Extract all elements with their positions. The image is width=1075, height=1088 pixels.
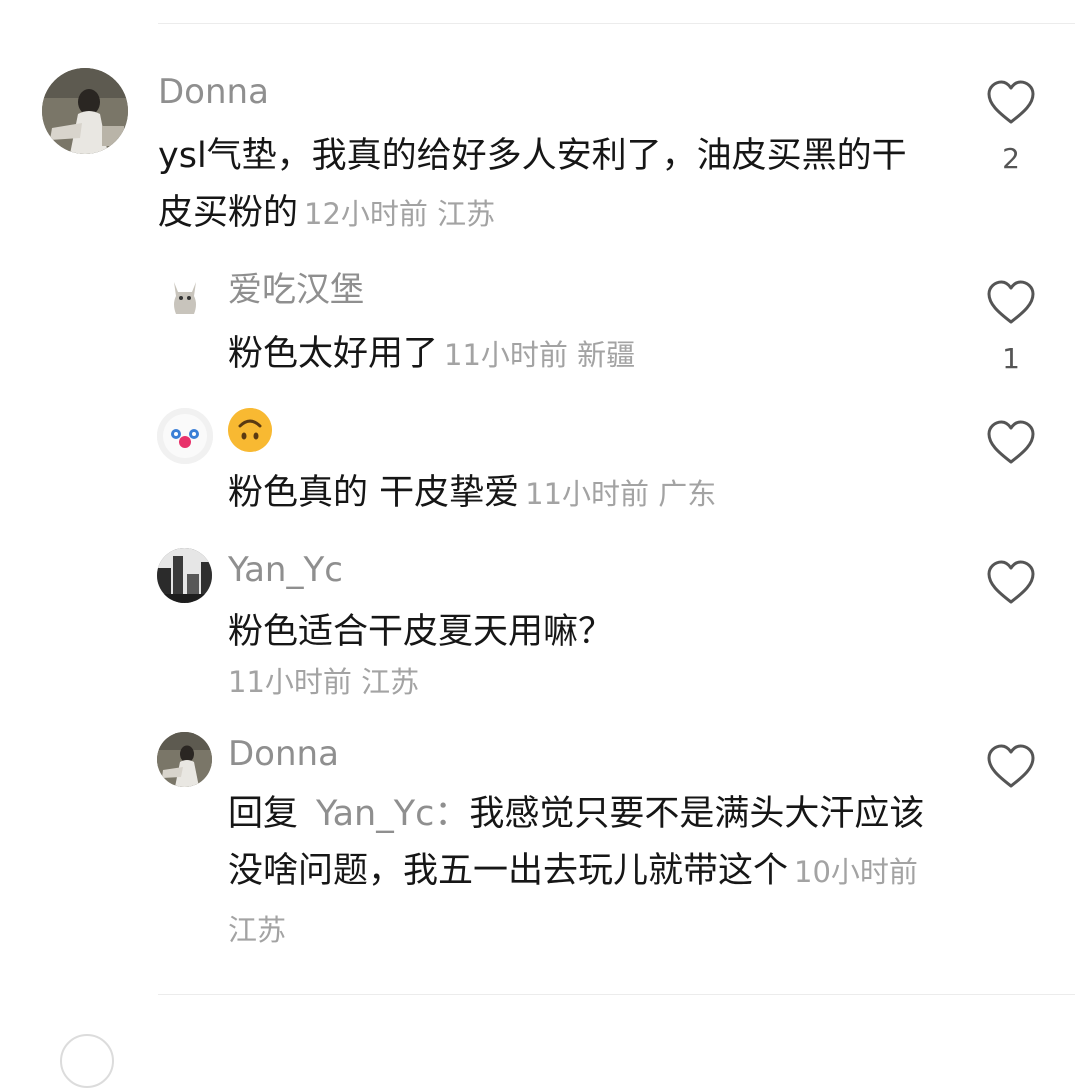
comment-meta: 11小时前 江苏 [228,665,420,699]
comment-text: ysl气垫，我真的给好多人安利了，油皮买黑的干皮买粉的 12小时前 江苏 [158,128,938,243]
top-divider [158,23,1075,24]
comment-text: 粉色真的 干皮挚爱 11小时前 广东 [228,465,948,523]
avatar[interactable] [157,732,212,787]
like-button[interactable] [986,80,1036,126]
comment-body: 粉色真的 干皮挚爱 [228,473,520,513]
comment-body: 粉色适合干皮夏天用嘛？ [228,612,614,652]
avatar[interactable] [157,408,213,464]
avatar[interactable] [160,270,210,320]
comment-text: 粉色适合干皮夏天用嘛？ [228,604,948,661]
reply-target-name[interactable]: Yan_Yc： [316,794,469,834]
upside-down-face-emoji-icon [228,408,272,452]
comment-meta: 12小时前 江苏 [304,197,496,231]
heart-outline-icon [987,80,1035,124]
comment-meta: 11小时前 广东 [525,477,717,511]
next-avatar-edge [60,1034,114,1088]
comment-author-name[interactable]: Yan_Yc [228,550,343,590]
comment-author-name[interactable]: Donna [228,734,339,774]
like-button[interactable] [986,560,1036,606]
comment-text: 回复 Yan_Yc：我感觉只要不是满头大汗应该没啥问题，我五一出去玩儿就带这个 10… [228,786,928,959]
like-count: 1 [1002,342,1020,375]
comment-text: 粉色太好用了 11小时前 新疆 [228,326,948,384]
avatar[interactable] [42,68,128,154]
heart-outline-icon [987,280,1035,324]
comment-author-name[interactable]: 爱吃汉堡 [228,270,364,310]
comment-author-name[interactable]: Donna [158,72,269,112]
comment-meta: 11小时前 新疆 [444,338,636,372]
like-button[interactable] [986,744,1036,790]
heart-outline-icon [987,744,1035,788]
like-button[interactable] [986,420,1036,466]
comment-body: 粉色太好用了 [228,334,439,374]
heart-outline-icon [987,420,1035,464]
avatar[interactable] [157,548,212,603]
reply-label: 回复 [228,794,299,834]
like-button[interactable] [986,280,1036,326]
comment-body: ysl气垫，我真的给好多人安利了，油皮买黑的干皮买粉的 [158,136,907,233]
heart-outline-icon [987,560,1035,604]
like-count: 2 [1002,142,1020,175]
bottom-divider [158,994,1075,995]
